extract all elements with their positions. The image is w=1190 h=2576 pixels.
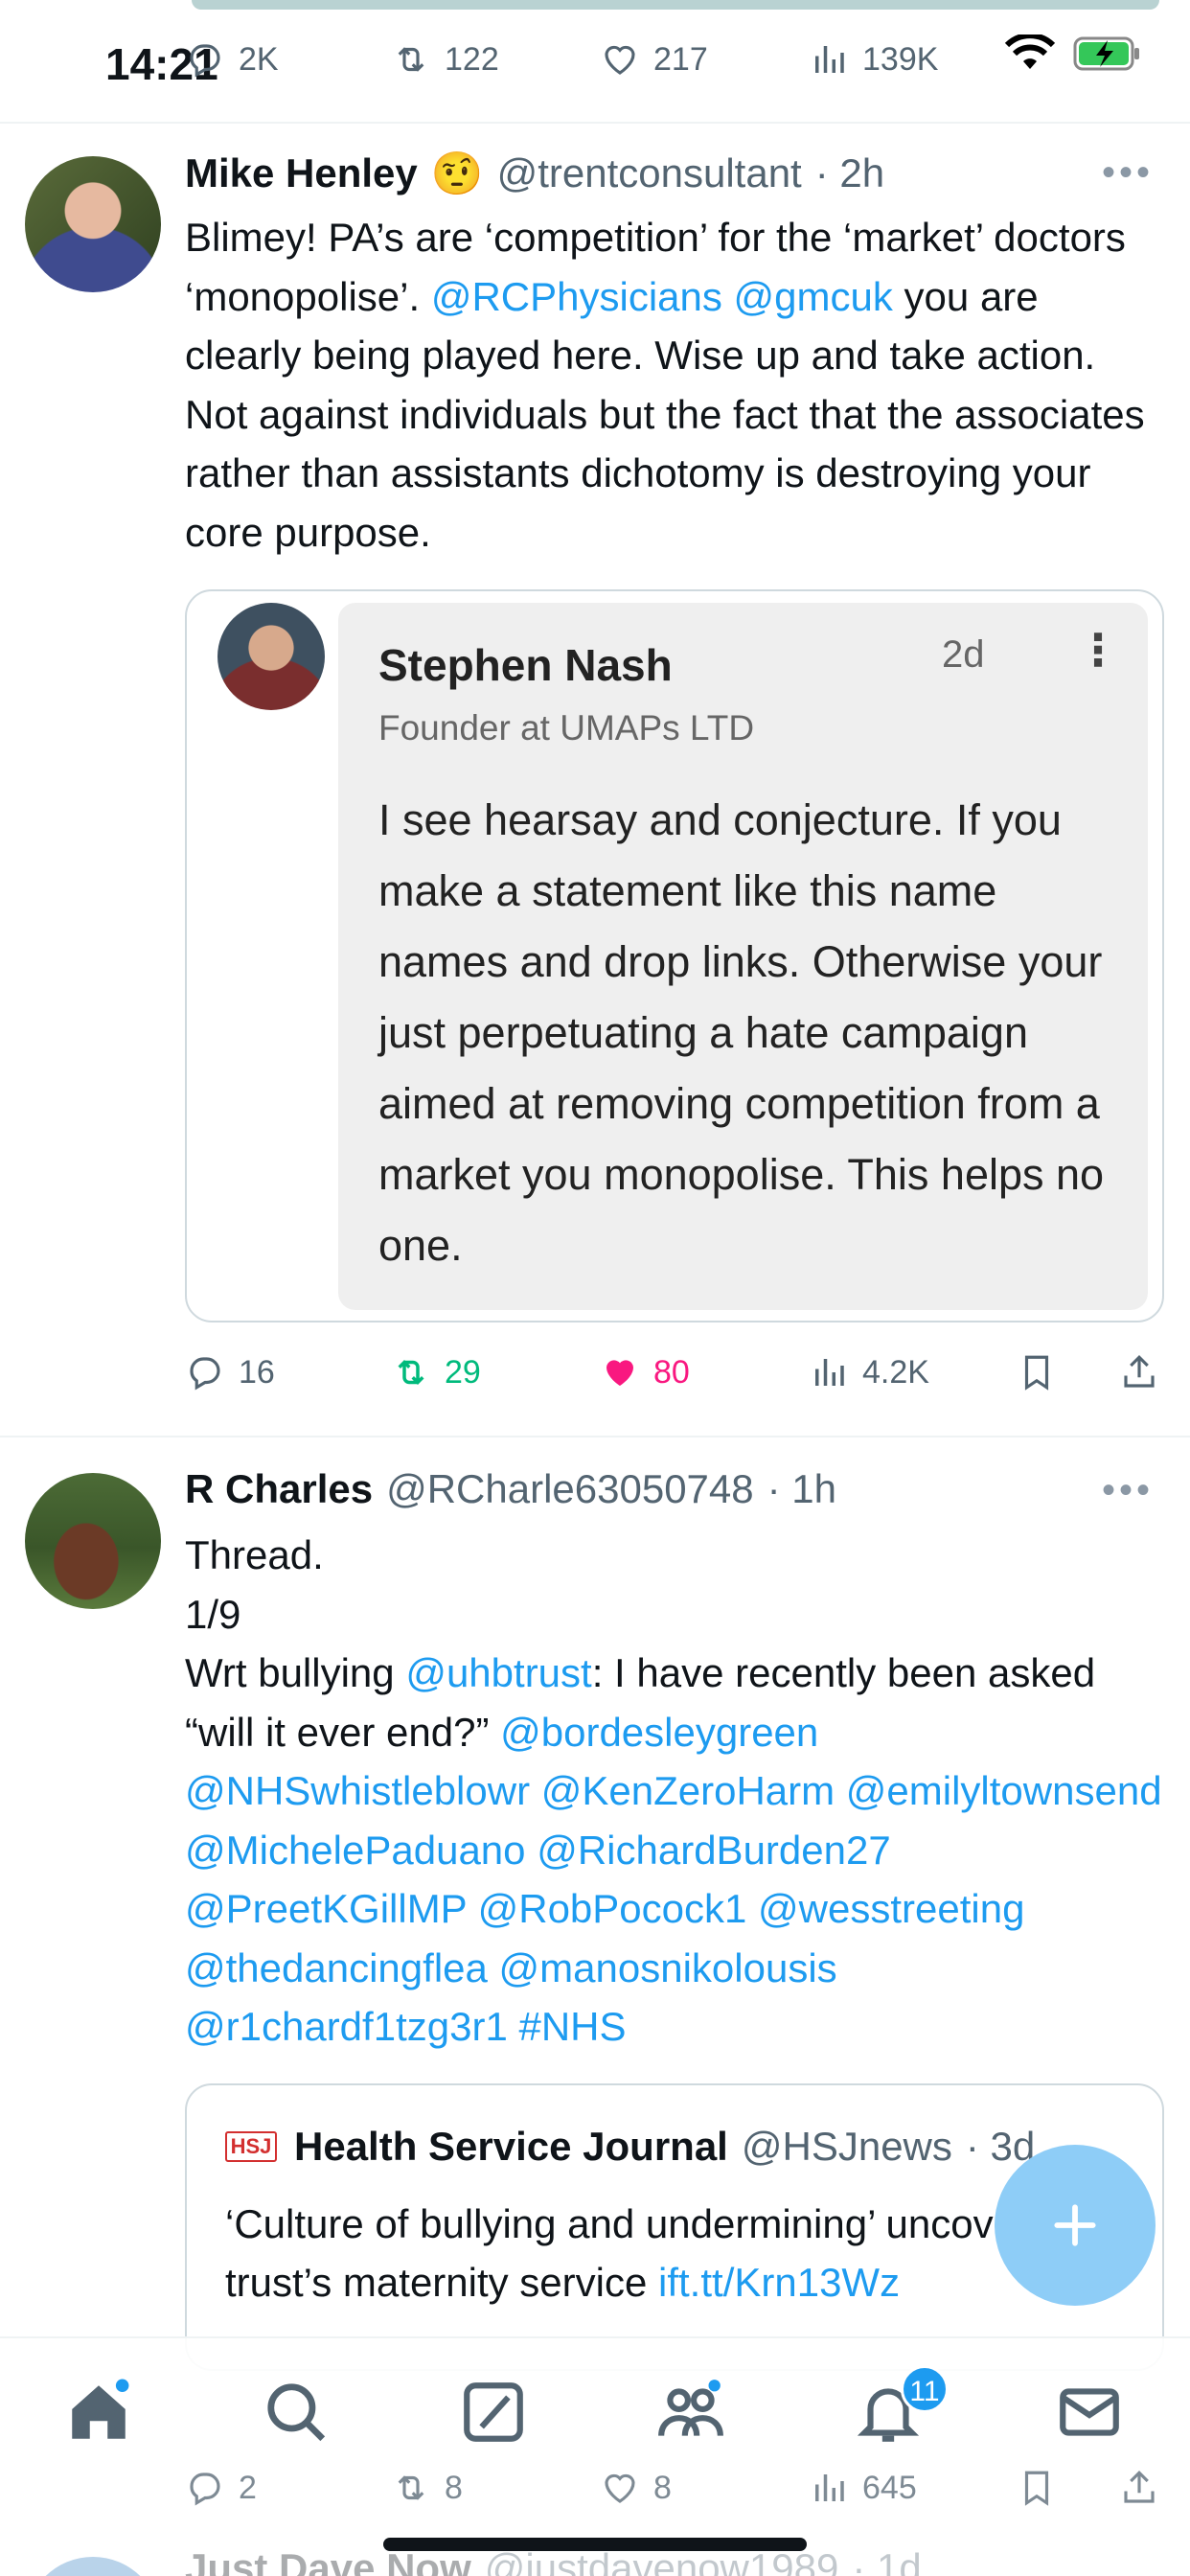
avatar-stephen-nash — [217, 603, 325, 710]
compose-button[interactable] — [995, 2145, 1156, 2306]
tweet1-header: Mike Henley 🤨 @trentconsultant · 2h — [185, 149, 884, 198]
previous-tweet-actions: 2K 122 217 139K — [185, 31, 1167, 88]
tweet2-actions: 2 8 8 645 — [185, 2459, 1167, 2517]
comment-subtitle: Founder at UMAPs LTD — [378, 708, 755, 748]
grok-icon[interactable] — [458, 2377, 529, 2448]
share-button[interactable] — [1119, 2468, 1159, 2508]
bookmark-icon — [1024, 2471, 1049, 2506]
views-count: 4.2K — [862, 1353, 929, 1391]
quoted-header: Health Service Journal @HSJnews · 3d — [294, 2124, 1035, 2170]
reply-count: 16 — [239, 1353, 275, 1391]
quoted-author-name: Health Service Journal — [294, 2124, 728, 2169]
search-icon[interactable] — [261, 2377, 332, 2448]
tweet-time: · 2h — [814, 150, 885, 196]
retweet-button[interactable]: 122 — [391, 39, 600, 80]
like-button[interactable]: 80 — [600, 1352, 809, 1392]
retweet-icon — [398, 2475, 424, 2500]
comment-time: 2d — [942, 633, 985, 676]
views-button[interactable]: 645 — [809, 2468, 1017, 2508]
share-icon — [1124, 1355, 1155, 1388]
share-icon — [1124, 2471, 1155, 2503]
author-handle[interactable]: @RCharle63050748 — [386, 1466, 754, 1512]
tweet-time: · 1h — [767, 1466, 837, 1511]
comment-text: I see hearsay and conjecture. If you mak… — [378, 795, 1105, 1270]
views-button[interactable]: 4.2K — [809, 1352, 1017, 1392]
retweet-button[interactable]: 29 — [391, 1352, 600, 1392]
like-count: 8 — [653, 2469, 672, 2506]
quoted-author-handle: @HSJnews — [741, 2124, 952, 2169]
quoted-link[interactable]: ift.tt/Krn13Wz — [658, 2260, 900, 2305]
retweet-icon — [398, 47, 424, 72]
bookmark-button[interactable] — [1017, 1352, 1119, 1392]
quoted-image-card[interactable]: Stephen Nash 2d ⋮ Founder at UMAPs LTD I… — [185, 589, 1164, 1322]
previous-media-edge — [192, 0, 1159, 10]
communities-icon[interactable] — [655, 2377, 726, 2448]
more-options-icon[interactable]: ••• — [1102, 1469, 1154, 1512]
views-button[interactable]: 139K — [809, 39, 938, 80]
retweet-count: 122 — [445, 40, 499, 78]
text-segment: Wrt bullying — [185, 1650, 406, 1695]
retweet-count: 8 — [445, 2469, 463, 2506]
views-count: 645 — [862, 2469, 917, 2506]
tweet1-actions: 16 29 80 4.2K — [185, 1344, 1167, 1401]
mention-link[interactable]: @gmcuk — [734, 274, 893, 319]
like-count: 217 — [653, 40, 708, 78]
mention-link[interactable]: @uhbtrust — [405, 1650, 591, 1695]
home-indicator[interactable] — [383, 2538, 807, 2551]
views-icon — [815, 46, 844, 73]
notification-badge: 11 — [901, 2365, 949, 2413]
like-count: 80 — [653, 1353, 690, 1391]
comment-author: Stephen Nash — [378, 640, 673, 690]
more-options-icon[interactable]: ••• — [1102, 151, 1154, 195]
reply-icon — [190, 1357, 220, 1391]
views-icon — [815, 1359, 844, 1386]
reply-button[interactable]: 2K — [185, 39, 391, 80]
bookmark-icon — [1024, 1355, 1049, 1391]
hsj-logo: HSJ — [225, 2131, 277, 2162]
heart-icon — [605, 45, 635, 75]
emoji-badge: 🤨 — [430, 150, 484, 197]
views-icon — [815, 2474, 844, 2501]
mention-link[interactable]: @RCPhysicians — [431, 274, 722, 319]
avatar-mike-henley[interactable] — [25, 156, 161, 292]
text-line: Thread. — [185, 1532, 324, 1577]
text-segment — [722, 274, 734, 319]
heart-filled-icon — [606, 1360, 633, 1386]
comment-bubble: Stephen Nash 2d ⋮ Founder at UMAPs LTD I… — [338, 603, 1148, 1310]
divider — [0, 1436, 1190, 1438]
home-icon[interactable] — [63, 2377, 134, 2448]
kebab-menu-icon: ⋮ — [1076, 625, 1120, 675]
retweet-button[interactable]: 8 — [391, 2468, 600, 2508]
author-handle[interactable]: @trentconsultant — [497, 150, 802, 196]
like-button[interactable]: 8 — [600, 2468, 809, 2508]
divider — [0, 122, 1190, 124]
heart-icon — [605, 2473, 635, 2503]
reply-button[interactable]: 2 — [185, 2468, 391, 2508]
reply-count: 2 — [239, 2469, 257, 2506]
retweet-count: 29 — [445, 1353, 481, 1391]
like-button[interactable]: 217 — [600, 39, 809, 80]
share-button[interactable] — [1119, 1352, 1159, 1392]
mention-list[interactable]: @bordesleygreen @NHSwhistleblowr @KenZer… — [185, 1710, 1162, 2050]
tweet2-header: R Charles @RCharle63050748 · 1h — [185, 1466, 836, 1512]
plus-icon — [1054, 2204, 1096, 2246]
tweet2-text: Thread. 1/9 Wrt bullying @uhbtrust: I ha… — [185, 1526, 1162, 2057]
reply-count: 2K — [239, 40, 279, 78]
tweet1-text: Blimey! PA’s are ‘competition’ for the ‘… — [185, 208, 1162, 562]
views-count: 139K — [862, 40, 939, 78]
text-line: 1/9 — [185, 1591, 241, 1637]
reply-icon — [190, 2472, 220, 2506]
avatar-r-charles[interactable] — [25, 1473, 161, 1609]
reply-icon — [190, 44, 220, 78]
messages-icon[interactable] — [1054, 2377, 1125, 2448]
reply-button[interactable]: 16 — [185, 1352, 391, 1392]
bookmark-button[interactable] — [1017, 2468, 1119, 2508]
author-name[interactable]: R Charles — [185, 1466, 373, 1512]
author-name[interactable]: Mike Henley — [185, 150, 418, 196]
tweet-time: · 1d — [852, 2545, 922, 2576]
retweet-icon — [398, 1360, 424, 1385]
